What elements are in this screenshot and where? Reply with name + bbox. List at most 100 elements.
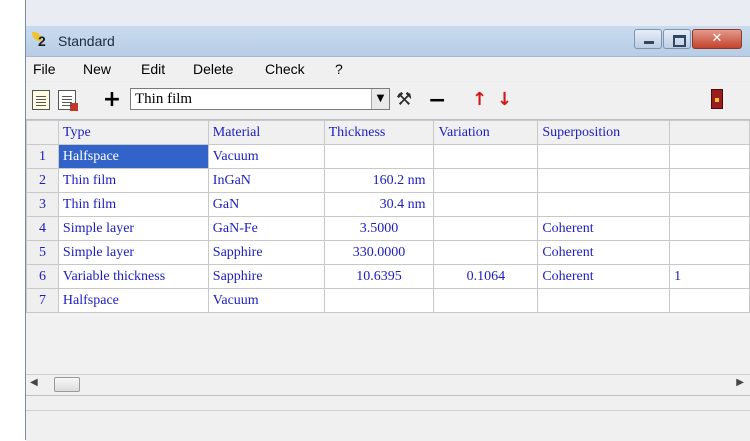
layer-grid: Type Material Thickness Variation Superp… [26,119,750,375]
column-header-superposition[interactable]: Superposition [537,120,671,145]
cell-type[interactable]: Halfspace [57,288,209,313]
cell-superposition[interactable]: Coherent [537,216,671,241]
cell-thickness[interactable]: 3.5000 [323,216,435,241]
cell-material[interactable]: Vacuum [207,144,325,169]
menu-check[interactable]: Check [265,61,305,77]
close-button[interactable]: ✕ [692,29,742,49]
maximize-button[interactable] [663,29,691,49]
status-bar [26,395,750,441]
table-row[interactable]: 4 Simple layer GaN-Fe 3.5000 Coherent [26,216,750,241]
cell-superposition[interactable]: Coherent [537,264,671,289]
layer-type-value: Thin film [135,91,193,107]
cell-variation[interactable] [433,192,539,217]
menu-edit[interactable]: Edit [141,61,165,77]
cell-variation[interactable] [433,216,539,241]
cell-type[interactable]: Simple layer [57,240,209,265]
menu-file[interactable]: File [33,61,56,77]
title-bar[interactable]: 2 Standard ✕ [26,26,750,57]
minimize-button[interactable] [634,29,662,49]
row-number[interactable]: 7 [26,288,59,313]
cell-material[interactable]: Sapphire [207,240,325,265]
tools-icon[interactable]: ⚒ [396,89,420,111]
toolbar: + Thin film ▼ ⚒ − ↑ ↓ [26,82,750,118]
cell-superposition[interactable] [537,288,671,313]
status-divider [26,410,750,411]
cell-superposition[interactable] [537,168,671,193]
cell-material[interactable]: GaN [207,192,325,217]
table-row[interactable]: 1 Halfspace Vacuum [26,144,750,169]
column-header-extra[interactable] [669,120,750,145]
row-number[interactable]: 2 [26,168,59,193]
main-window: 2 Standard ✕ File New Edit Delete Check … [25,0,750,441]
close-icon: ✕ [711,31,723,46]
maximize-icon [673,35,686,47]
cell-thickness[interactable]: 160.2 nm [323,168,435,193]
cell-variation[interactable] [433,288,539,313]
scroll-left-icon[interactable]: ◀ [30,377,38,388]
layer-table: Type Material Thickness Variation Superp… [26,120,750,313]
cell-superposition[interactable] [537,144,671,169]
scroll-thumb[interactable] [54,377,80,392]
cell-type[interactable]: Thin film [57,192,209,217]
exit-icon[interactable] [711,89,723,109]
column-header-material[interactable]: Material [207,120,325,145]
new-document-icon[interactable] [32,90,50,110]
cell-material[interactable]: Vacuum [207,288,325,313]
corner-cell[interactable] [26,120,59,145]
scroll-right-icon[interactable]: ▶ [736,377,744,388]
cell-thickness[interactable]: 10.6395 [323,264,435,289]
cell-variation[interactable] [433,144,539,169]
cell-extra[interactable] [669,216,750,241]
row-number[interactable]: 5 [26,240,59,265]
table-row[interactable]: 7 Halfspace Vacuum [26,288,750,313]
app-icon: 2 [32,32,52,50]
cell-variation[interactable] [433,168,539,193]
table-row[interactable]: 3 Thin film GaN 30.4 nm [26,192,750,217]
cell-extra[interactable] [669,144,750,169]
cell-superposition[interactable]: Coherent [537,240,671,265]
cell-thickness[interactable] [323,288,435,313]
row-number[interactable]: 4 [26,216,59,241]
remove-layer-icon[interactable]: − [428,88,446,113]
cell-type[interactable]: Variable thickness [57,264,209,289]
minimize-icon [644,41,654,44]
cell-material[interactable]: Sapphire [207,264,325,289]
cell-variation[interactable] [433,240,539,265]
table-row[interactable]: 2 Thin film InGaN 160.2 nm [26,168,750,193]
menu-delete[interactable]: Delete [193,61,233,77]
table-row[interactable]: 6 Variable thickness Sapphire 10.6395 0.… [26,264,750,289]
horizontal-scrollbar[interactable]: ◀ ▶ [26,374,750,395]
cell-type[interactable]: Halfspace [57,144,209,169]
cell-extra[interactable] [669,168,750,193]
cell-material[interactable]: InGaN [207,168,325,193]
cell-extra[interactable]: 1 [669,264,750,289]
dropdown-arrow-icon[interactable]: ▼ [371,89,389,109]
move-down-icon[interactable]: ↓ [497,89,512,110]
add-layer-icon[interactable]: + [102,89,122,111]
column-header-variation[interactable]: Variation [433,120,539,145]
copy-document-icon[interactable] [58,90,78,111]
layer-type-select[interactable]: Thin film ▼ [130,88,390,110]
row-number[interactable]: 6 [26,264,59,289]
column-header-thickness[interactable]: Thickness [323,120,435,145]
cell-variation[interactable]: 0.1064 [433,264,539,289]
cell-extra[interactable] [669,240,750,265]
cell-superposition[interactable] [537,192,671,217]
move-up-icon[interactable]: ↑ [472,89,487,110]
cell-thickness[interactable]: 330.0000 [323,240,435,265]
cell-extra[interactable] [669,192,750,217]
row-number[interactable]: 3 [26,192,59,217]
row-number[interactable]: 1 [26,144,59,169]
cell-material[interactable]: GaN-Fe [207,216,325,241]
cell-thickness[interactable]: 30.4 nm [323,192,435,217]
table-row[interactable]: 5 Simple layer Sapphire 330.0000 Coheren… [26,240,750,265]
menu-new[interactable]: New [83,61,111,77]
cell-type[interactable]: Simple layer [57,216,209,241]
cell-extra[interactable] [669,288,750,313]
column-header-type[interactable]: Type [57,120,209,145]
window-title: Standard [58,33,115,49]
cell-type[interactable]: Thin film [57,168,209,193]
cell-thickness[interactable] [323,144,435,169]
table-header-row: Type Material Thickness Variation Superp… [26,120,750,145]
menu-help[interactable]: ? [335,61,343,77]
